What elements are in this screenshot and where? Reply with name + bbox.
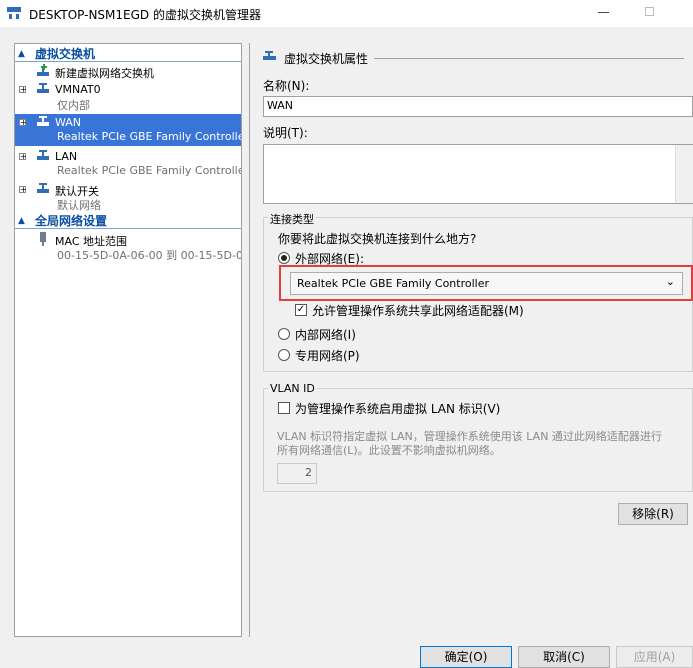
vlan-description-line2: 所有网络通信(L)。此设置不影响虚拟机网络。 xyxy=(277,444,501,457)
expand-plus-icon[interactable]: + xyxy=(19,153,27,161)
internal-network-label: 内部网络(I) xyxy=(295,328,356,342)
expand-plus-icon[interactable]: + xyxy=(19,186,27,194)
tree-item-default-switch[interactable]: + 默认开关 默认网络 xyxy=(15,182,241,212)
external-network-radio[interactable] xyxy=(278,252,290,264)
switch-properties-icon xyxy=(263,51,276,60)
vlan-enable-checkbox[interactable] xyxy=(278,402,290,414)
tree-sublabel: Realtek PCIe GBE Family Controller... xyxy=(57,164,242,177)
section-divider xyxy=(15,228,241,229)
vlan-id-input[interactable]: 2 xyxy=(277,463,317,484)
internal-network-radio[interactable] xyxy=(278,328,290,340)
tree-label: WAN xyxy=(55,116,82,129)
notes-textarea[interactable] xyxy=(263,144,693,204)
adapter-select-value: Realtek PCIe GBE Family Controller xyxy=(297,277,490,290)
switch-manager-icon xyxy=(7,7,21,19)
ok-button[interactable]: 确定(O) xyxy=(420,646,512,668)
tree-label: LAN xyxy=(55,150,78,163)
minimize-button[interactable] xyxy=(598,12,609,13)
switch-icon xyxy=(37,183,49,193)
tree-label: VMNAT0 xyxy=(55,83,101,96)
window-title: DESKTOP-NSM1EGD 的虚拟交换机管理器 xyxy=(29,8,261,22)
tree-sublabel: 00-15-5D-0A-06-00 到 00-15-5D-0... xyxy=(57,249,242,262)
name-input[interactable]: WAN xyxy=(263,96,693,117)
allow-share-label: 允许管理操作系统共享此网络适配器(M) xyxy=(312,304,524,318)
vlan-description-line1: VLAN 标识符指定虚拟 LAN，管理操作系统使用该 LAN 通过此网络适配器进… xyxy=(277,430,662,443)
collapse-chevron-icon: ▲ xyxy=(18,216,25,226)
private-network-label: 专用网络(P) xyxy=(295,349,360,363)
remove-button[interactable]: 移除(R) xyxy=(618,503,688,525)
title-bar: DESKTOP-NSM1EGD 的虚拟交换机管理器 xyxy=(0,0,693,27)
allow-share-checkbox[interactable]: ✓ xyxy=(295,304,307,316)
notes-scrollbar[interactable] xyxy=(675,145,693,203)
chevron-down-icon: ⌄ xyxy=(665,275,675,288)
tree-item-wan[interactable]: + WAN Realtek PCIe GBE Family Controller xyxy=(15,114,241,146)
title-divider xyxy=(374,58,684,59)
adapter-select[interactable]: Realtek PCIe GBE Family Controller ⌄ xyxy=(290,272,683,295)
switch-tree: ▲ 虚拟交换机 新建虚拟网络交换机 + VMNAT0 仅内部 + WAN Rea… xyxy=(14,43,242,637)
expand-plus-icon[interactable]: + xyxy=(19,119,27,127)
switch-icon xyxy=(37,83,49,93)
connection-question: 你要将此虚拟交换机连接到什么地方? xyxy=(278,232,477,246)
name-label: 名称(N): xyxy=(263,79,310,93)
tree-sublabel: Realtek PCIe GBE Family Controller xyxy=(57,130,242,143)
connection-type-title: 连接类型 xyxy=(268,211,316,227)
private-network-radio[interactable] xyxy=(278,349,290,361)
section-divider xyxy=(15,61,241,62)
tree-item-vmnat0[interactable]: + VMNAT0 仅内部 xyxy=(15,82,241,112)
vlan-enable-label: 为管理操作系统启用虚拟 LAN 标识(V) xyxy=(295,402,501,416)
tree-item-new-switch[interactable]: 新建虚拟网络交换机 xyxy=(15,64,241,80)
collapse-chevron-icon: ▲ xyxy=(18,49,25,59)
network-adapter-icon xyxy=(40,232,46,246)
tree-sublabel: 默认网络 xyxy=(57,199,101,212)
maximize-button[interactable] xyxy=(645,7,654,16)
tree-item-mac-range[interactable]: MAC 地址范围 00-15-5D-0A-06-00 到 00-15-5D-0.… xyxy=(15,232,241,262)
tree-item-lan[interactable]: + LAN Realtek PCIe GBE Family Controller… xyxy=(15,149,241,179)
switch-icon xyxy=(37,150,49,160)
properties-title: 虚拟交换机属性 xyxy=(284,52,369,66)
switch-icon xyxy=(37,116,49,126)
apply-button[interactable]: 应用(A) xyxy=(616,646,693,668)
vlan-group-title: VLAN ID xyxy=(268,382,317,395)
tree-sublabel: 仅内部 xyxy=(57,99,90,112)
notes-label: 说明(T): xyxy=(263,126,308,140)
tree-label: 新建虚拟网络交换机 xyxy=(55,67,154,80)
cancel-button[interactable]: 取消(C) xyxy=(518,646,610,668)
expand-plus-icon[interactable]: + xyxy=(19,86,27,94)
add-switch-icon xyxy=(37,64,49,76)
